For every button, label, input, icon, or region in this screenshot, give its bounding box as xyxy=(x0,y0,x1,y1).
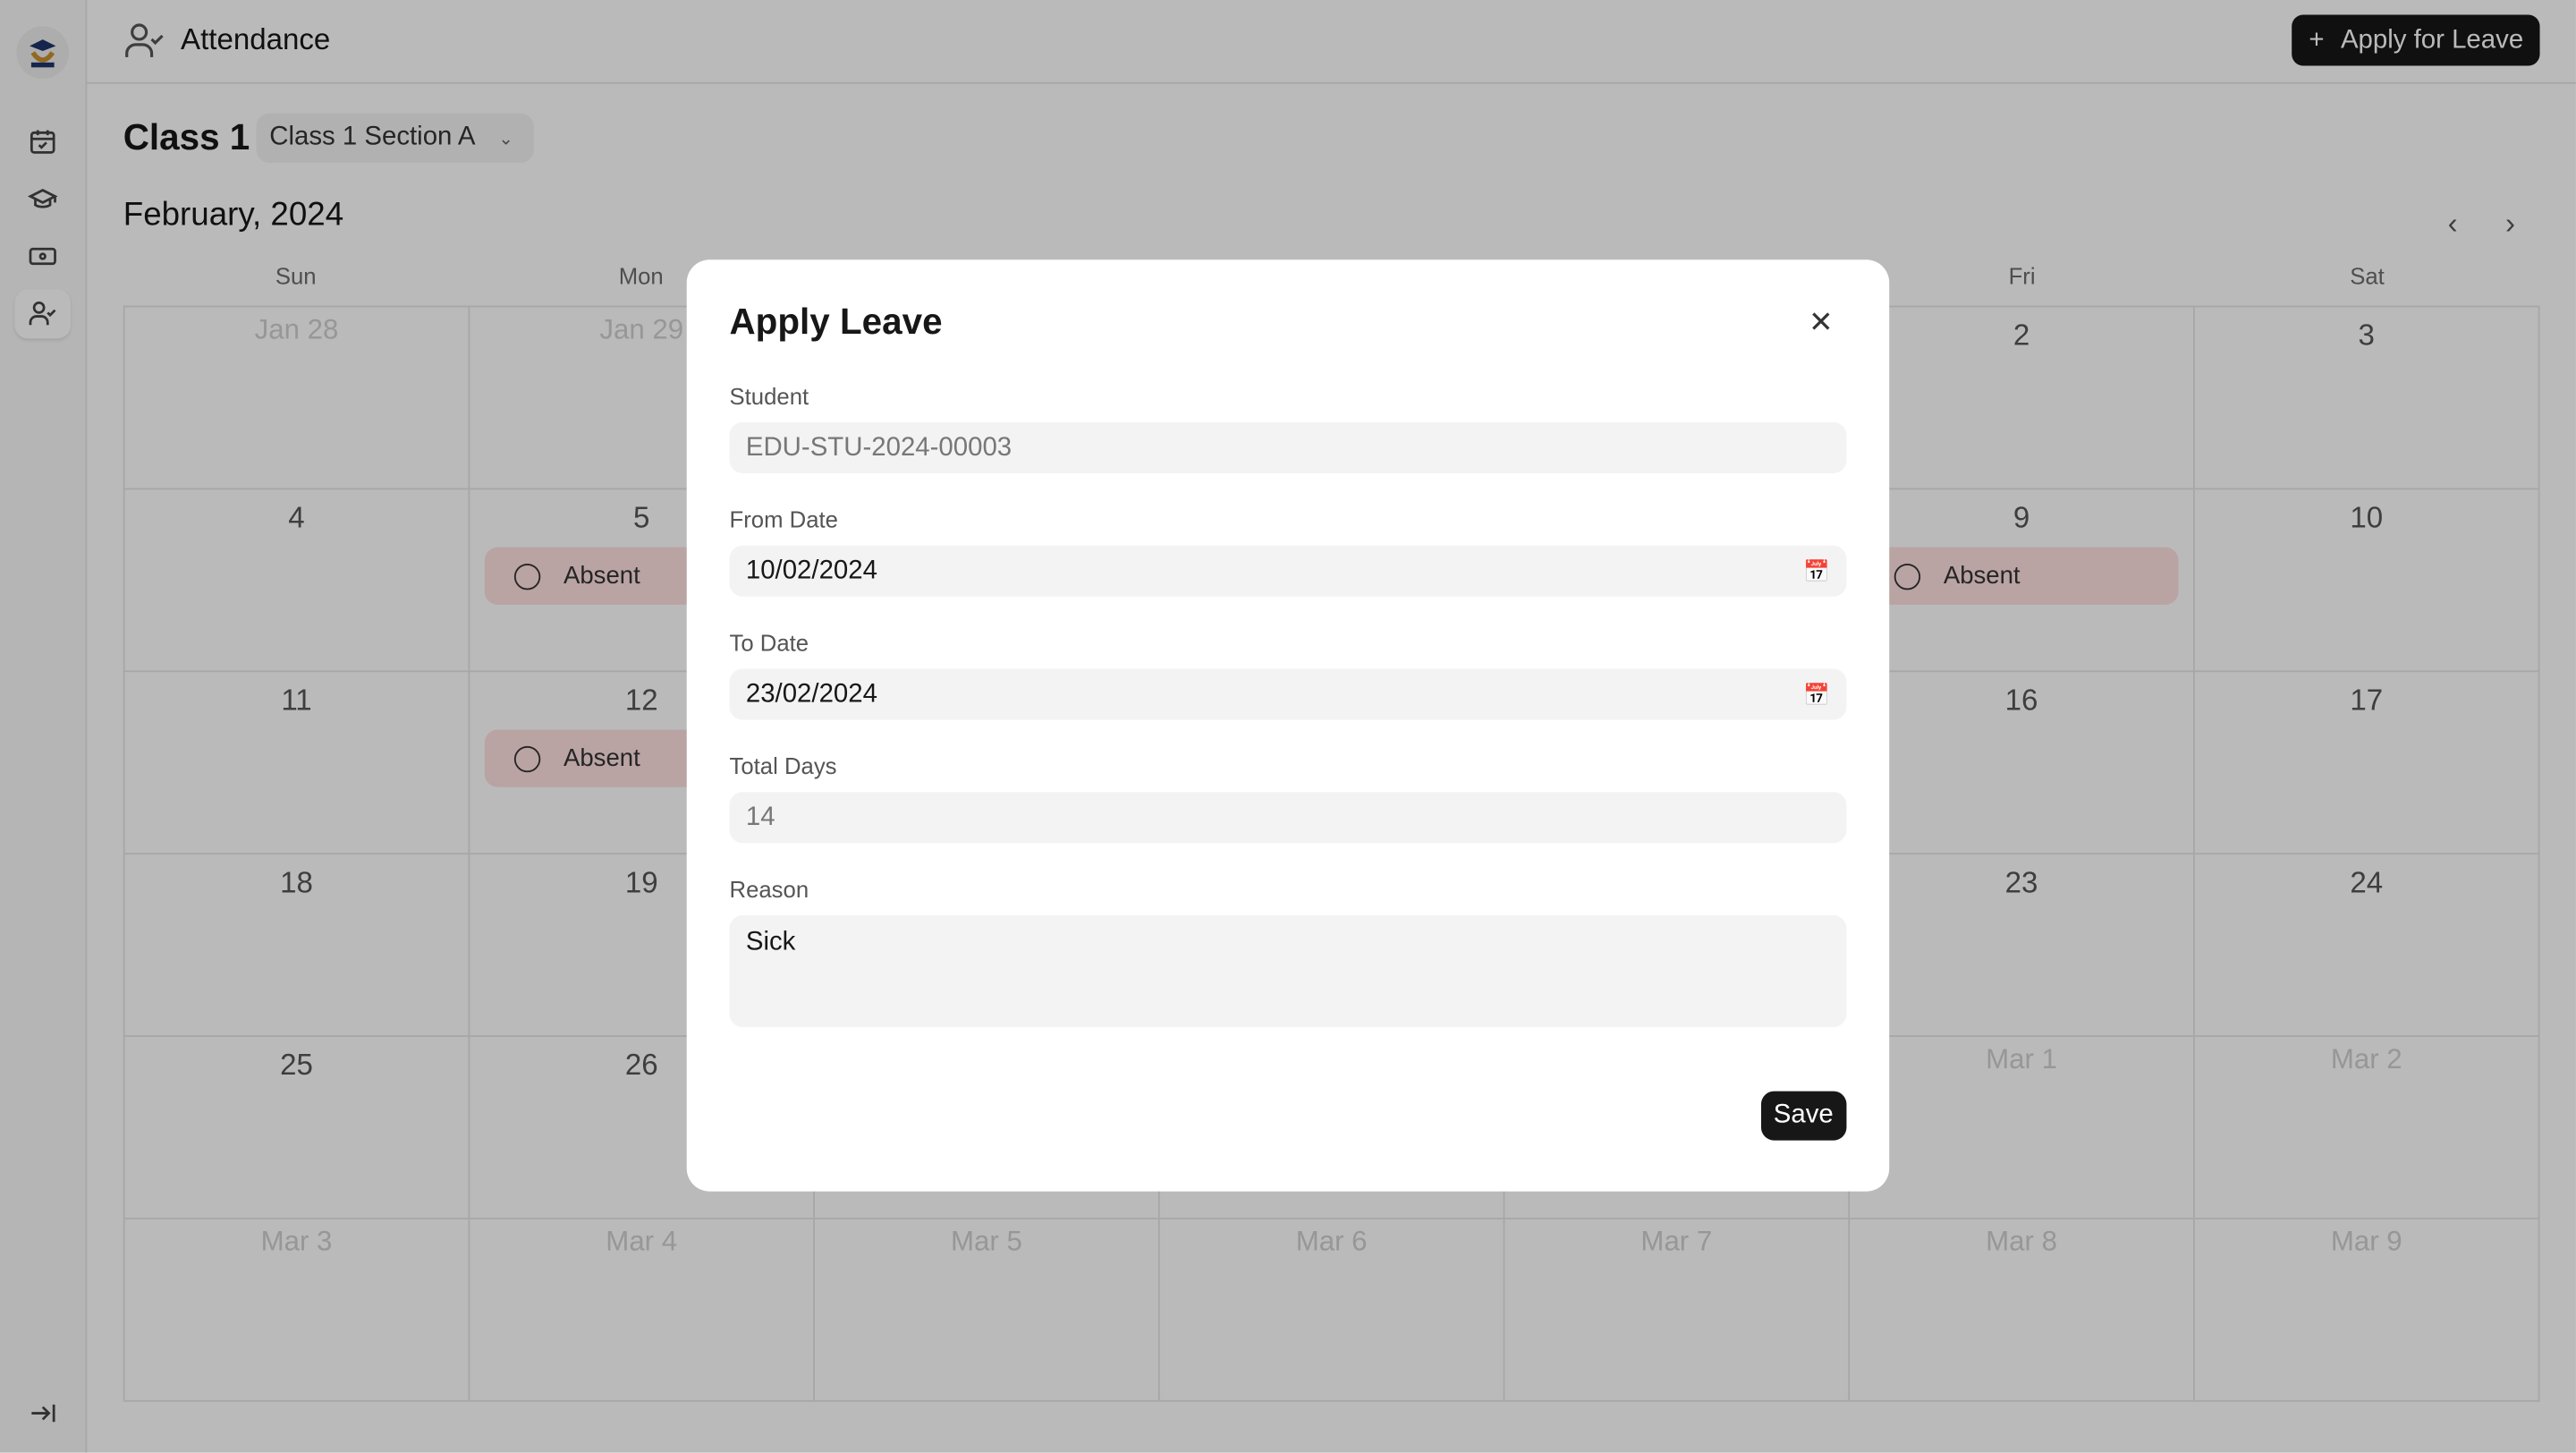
close-button[interactable]: ✕ xyxy=(1809,306,1834,341)
apply-leave-dialog: Apply Leave ✕ Student EDU-STU-2024-00003… xyxy=(686,259,1890,1192)
to-date-label: To Date xyxy=(729,629,809,656)
reason-textarea[interactable]: Sick xyxy=(729,915,1847,1027)
calendar-icon[interactable]: 📅 xyxy=(1803,558,1830,584)
calendar-icon[interactable]: 📅 xyxy=(1803,681,1830,707)
total-days-label: Total Days xyxy=(729,752,837,779)
from-date-label: From Date xyxy=(729,506,838,533)
from-date-field[interactable]: 10/02/2024 📅 xyxy=(729,545,1847,597)
student-field[interactable]: EDU-STU-2024-00003 xyxy=(729,422,1847,473)
dialog-title: Apply Leave xyxy=(729,301,943,343)
close-icon: ✕ xyxy=(1809,305,1834,339)
reason-label: Reason xyxy=(729,875,809,903)
to-date-field[interactable]: 23/02/2024 📅 xyxy=(729,668,1847,720)
save-button[interactable]: Save xyxy=(1760,1091,1847,1141)
total-days-field[interactable]: 14 xyxy=(729,792,1847,844)
student-label: Student xyxy=(729,382,809,410)
